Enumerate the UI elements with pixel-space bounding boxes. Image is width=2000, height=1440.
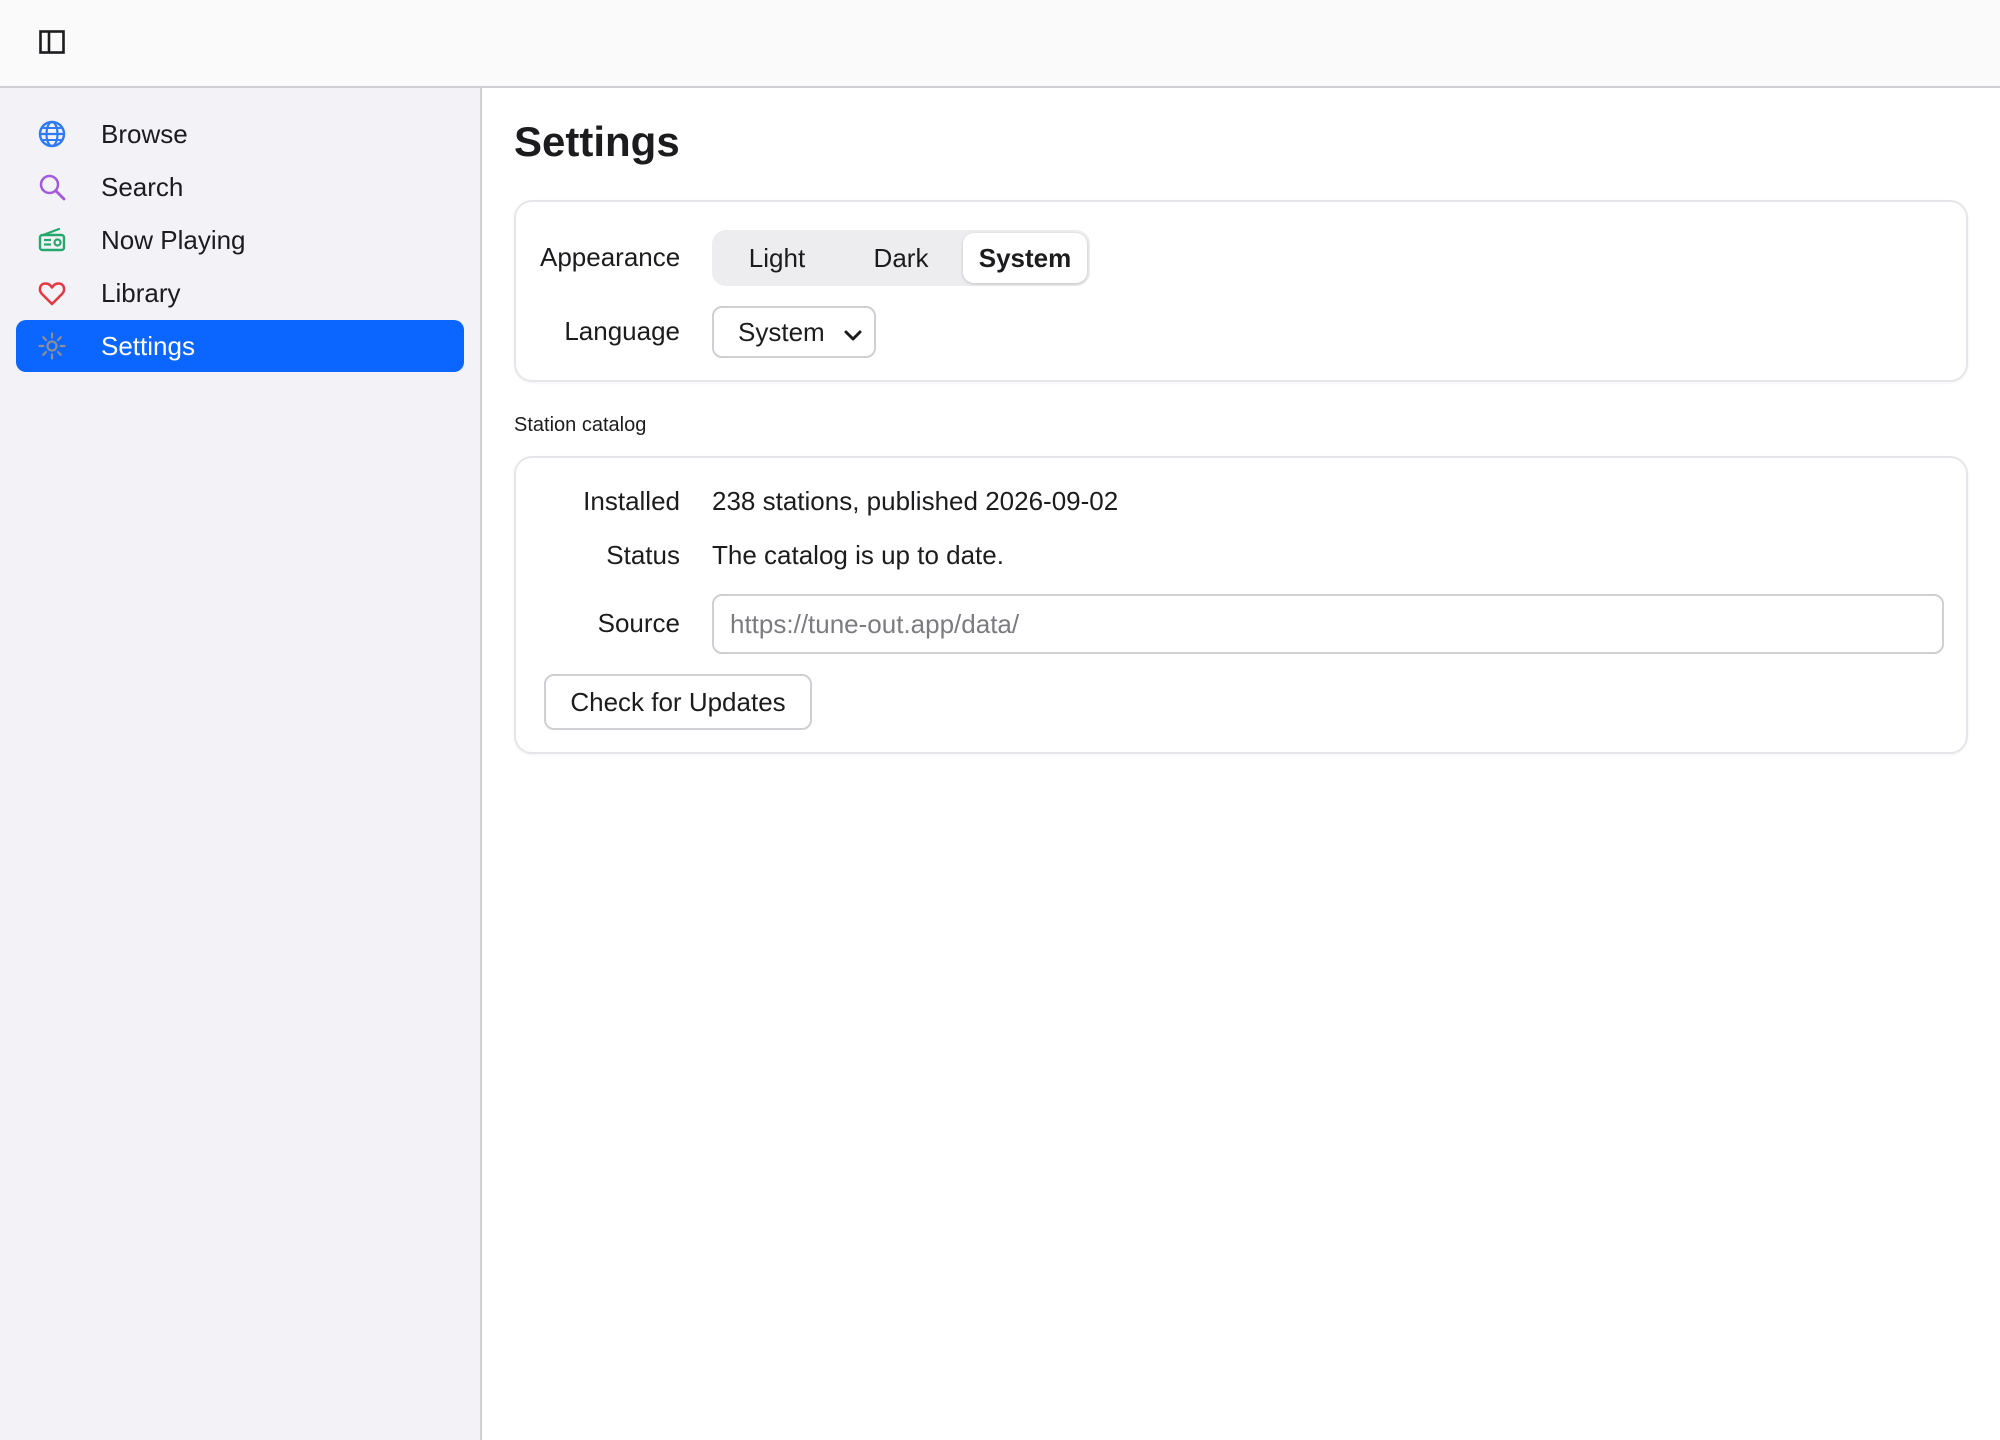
installed-value: 238 stations, published 2026-09-02 <box>712 486 1119 516</box>
appearance-label: Appearance <box>540 242 681 272</box>
sidebar-item-label: Search <box>101 171 184 202</box>
appearance-option-light[interactable]: Light <box>715 233 839 283</box>
appearance-segmented-control: Light Dark System <box>712 230 1090 286</box>
sidebar-item-label: Settings <box>101 330 195 361</box>
language-label: Language <box>564 316 680 346</box>
sidebar-item-browse[interactable]: Browse <box>16 108 464 160</box>
top-toolbar <box>0 0 2000 88</box>
heart-icon <box>36 277 68 309</box>
sidebar-item-label: Library <box>101 277 181 308</box>
language-select-value: System <box>738 316 825 347</box>
language-select[interactable]: System <box>712 306 876 358</box>
appearance-option-system[interactable]: System <box>963 233 1087 283</box>
main-content: Settings Appearance Light Dark System La… <box>482 88 2000 1440</box>
sidebar-item-now-playing[interactable]: Now Playing <box>16 214 464 266</box>
source-label: Source <box>597 608 680 638</box>
radio-icon <box>36 224 68 256</box>
installed-label: Installed <box>583 486 680 516</box>
sidebar-toggle-icon <box>39 29 65 59</box>
sidebar-nav: Browse Search Now Playing Library Settin… <box>16 108 464 373</box>
source-url-input[interactable] <box>712 594 1944 654</box>
chevron-down-icon <box>842 322 864 344</box>
station-catalog-heading: Station catalog <box>514 414 647 436</box>
check-for-updates-button[interactable]: Check for Updates <box>544 674 812 730</box>
status-label: Status <box>606 540 680 570</box>
gear-icon <box>36 330 68 362</box>
app-window: Browse Search Now Playing Library Settin… <box>0 0 2000 1440</box>
sidebar-item-label: Browse <box>101 118 188 149</box>
station-catalog-card: Installed 238 stations, published 2026-0… <box>514 456 1968 754</box>
status-value: The catalog is up to date. <box>712 540 1004 570</box>
sidebar-item-settings[interactable]: Settings <box>16 320 464 372</box>
sidebar-item-search[interactable]: Search <box>16 161 464 213</box>
appearance-option-dark[interactable]: Dark <box>839 233 963 283</box>
sidebar: Browse Search Now Playing Library Settin… <box>0 88 482 1440</box>
sidebar-toggle-button[interactable] <box>30 24 74 64</box>
sidebar-item-label: Now Playing <box>101 224 246 255</box>
sidebar-item-library[interactable]: Library <box>16 267 464 319</box>
page-title: Settings <box>514 118 680 165</box>
appearance-card: Appearance Light Dark System Language Sy… <box>514 200 1968 382</box>
search-icon <box>36 171 68 203</box>
globe-icon <box>36 118 68 150</box>
